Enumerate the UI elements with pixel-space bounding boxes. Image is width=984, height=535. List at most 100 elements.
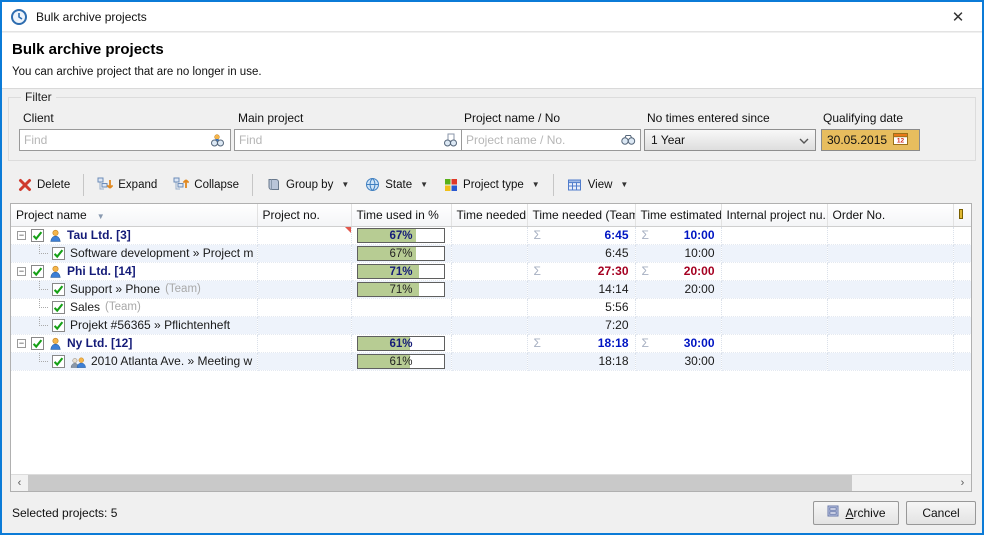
dropdown-arrow-icon[interactable]: ▼ <box>620 180 628 189</box>
cancel-button[interactable]: Cancel <box>906 501 976 525</box>
team-suffix-label: (Team) <box>165 283 201 295</box>
table-cell <box>451 262 527 280</box>
column-header[interactable]: Time used in % <box>351 204 451 226</box>
sum-sigma-icon: Σ <box>642 228 649 242</box>
progress-label: 71% <box>358 283 444 297</box>
no-times-label: No times entered since <box>647 111 770 125</box>
project-row[interactable]: −Phi Ltd. [14]71%Σ27:30Σ20:00 <box>11 262 971 280</box>
table-cell <box>953 352 971 370</box>
dropdown-arrow-icon[interactable]: ▼ <box>341 180 349 189</box>
scrollbar-track[interactable] <box>28 475 954 492</box>
table-cell <box>827 280 953 298</box>
sort-desc-icon: ▼ <box>97 212 105 221</box>
column-header[interactable]: Time needed <box>451 204 527 226</box>
calendar-icon[interactable]: 12 <box>893 132 908 148</box>
project-name-label: Projekt #56365 » Pflichtenheft <box>70 318 230 332</box>
project-row[interactable]: −Ny Ltd. [12]61%Σ18:18Σ30:00 <box>11 334 971 352</box>
table-cell: 10:00 <box>635 244 721 262</box>
state-button[interactable]: State ▼ <box>357 172 436 197</box>
progress-label: 67% <box>358 229 444 243</box>
sum-sigma-icon: Σ <box>642 264 649 278</box>
close-button[interactable]: ✕ <box>942 3 974 31</box>
table-cell: 6:45 <box>527 244 635 262</box>
table-cell <box>953 334 971 352</box>
main-project-search-icon[interactable] <box>441 133 459 147</box>
time-team-value: 7:20 <box>605 318 628 332</box>
time-team-value: 18:18 <box>598 336 629 350</box>
table-cell <box>953 226 971 244</box>
team-icon <box>70 355 86 368</box>
table-cell: 7:20 <box>527 316 635 334</box>
projects-table: Project name▼Project no.Time used in %Ti… <box>11 204 972 371</box>
project-row[interactable]: Software development » Project m...67%6:… <box>11 244 971 262</box>
scroll-left-arrow-icon[interactable]: ‹ <box>11 475 28 491</box>
no-times-select[interactable]: 1 Year <box>644 129 816 151</box>
collapse-button[interactable]: Collapse <box>165 172 247 197</box>
column-header[interactable]: Time estimated <box>635 204 721 226</box>
project-row[interactable]: Support » Phone(Team)71%14:1420:00 <box>11 280 971 298</box>
tree-expander[interactable]: − <box>17 267 26 276</box>
table-cell <box>451 334 527 352</box>
time-estimated-value: 30:00 <box>684 336 715 350</box>
scroll-right-arrow-icon[interactable]: › <box>954 475 971 491</box>
column-header[interactable]: Time needed (Team) <box>527 204 635 226</box>
column-header[interactable]: Project name▼ <box>11 204 257 226</box>
row-checkbox[interactable] <box>52 283 65 296</box>
time-estimated-value: 10:00 <box>684 246 714 260</box>
dropdown-arrow-icon[interactable]: ▼ <box>532 180 540 189</box>
main-project-search-input[interactable]: Find <box>234 129 464 151</box>
collapse-tree-icon <box>173 177 189 192</box>
table-cell: Σ30:00 <box>635 334 721 352</box>
expand-button[interactable]: Expand <box>89 172 165 197</box>
row-checkbox[interactable] <box>31 337 44 350</box>
dropdown-arrow-icon[interactable]: ▼ <box>420 180 428 189</box>
time-team-value: 18:18 <box>598 354 628 368</box>
client-search-icon[interactable] <box>208 133 226 147</box>
project-row[interactable]: Projekt #56365 » Pflichtenheft 7:20 <box>11 316 971 334</box>
client-search-input[interactable]: Find <box>19 129 231 151</box>
scrollbar-thumb[interactable] <box>28 475 852 492</box>
time-estimated-value: 20:00 <box>684 282 714 296</box>
project-row[interactable]: −Tau Ltd. [3]67%Σ6:45Σ10:00 <box>11 226 971 244</box>
tree-expander[interactable]: − <box>17 231 26 240</box>
tree-connector <box>39 281 48 290</box>
time-estimated-value: 10:00 <box>684 228 715 242</box>
tree-expander[interactable]: − <box>17 339 26 348</box>
time-estimated-value: 30:00 <box>684 354 714 368</box>
progress-label: 67% <box>358 247 444 261</box>
table-cell <box>721 262 827 280</box>
progress-bar: 67% <box>357 228 445 243</box>
table-cell <box>257 298 351 316</box>
row-checkbox[interactable] <box>52 301 65 314</box>
table-cell: Σ18:18 <box>527 334 635 352</box>
column-header[interactable]: Order No. <box>827 204 953 226</box>
table-cell <box>351 316 451 334</box>
tree-connector <box>39 317 48 326</box>
time-team-value: 5:56 <box>605 300 628 314</box>
project-name-search-input[interactable]: Project name / No. <box>461 129 641 151</box>
row-checkbox[interactable] <box>52 247 65 260</box>
project-row[interactable]: Sales(Team)5:56 <box>11 298 971 316</box>
toolbar: Delete Expand <box>2 168 982 201</box>
view-button[interactable]: View ▼ <box>559 173 637 197</box>
qualifying-date-input[interactable]: 30.05.2015 12 <box>821 129 920 151</box>
delete-button[interactable]: Delete <box>10 173 78 197</box>
column-header[interactable]: Internal project nu... <box>721 204 827 226</box>
project-name-search-icon[interactable] <box>620 133 636 147</box>
client-placeholder: Find <box>24 133 204 147</box>
column-header[interactable]: Project no. <box>257 204 351 226</box>
time-team-value: 27:30 <box>598 264 629 278</box>
row-checkbox[interactable] <box>31 229 44 242</box>
table-cell <box>721 316 827 334</box>
project-type-button[interactable]: Project type ▼ <box>436 173 548 197</box>
row-checkbox[interactable] <box>52 319 65 332</box>
horizontal-scrollbar[interactable]: ‹ › <box>11 474 971 491</box>
archive-button[interactable]: Archive <box>813 501 899 525</box>
row-checkbox[interactable] <box>31 265 44 278</box>
progress-label: 61% <box>358 337 444 351</box>
filter-groupbox: Filter Client Find Main project Find <box>8 97 976 161</box>
project-row[interactable]: 2010 Atlanta Ave. » Meeting wi...61%18:1… <box>11 352 971 370</box>
table-cell: 18:18 <box>527 352 635 370</box>
row-checkbox[interactable] <box>52 355 65 368</box>
group-by-button[interactable]: Group by ▼ <box>258 172 357 197</box>
